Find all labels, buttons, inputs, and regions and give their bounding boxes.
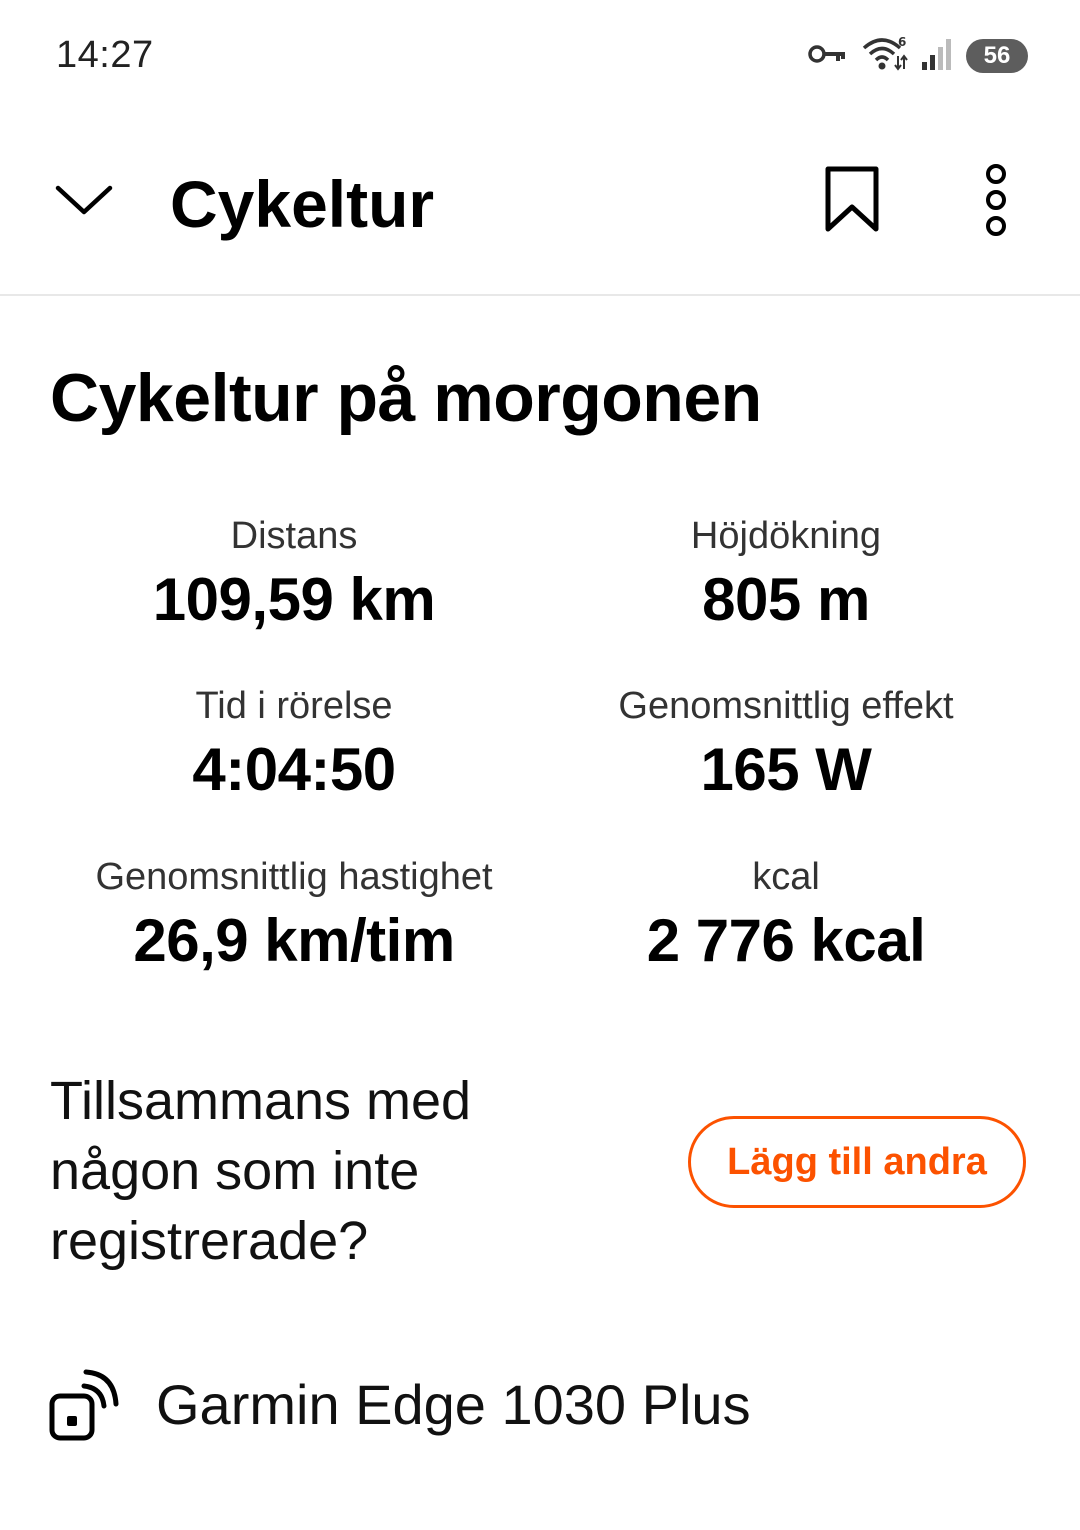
status-time: 14:27 bbox=[56, 34, 154, 76]
stat-label: Tid i rörelse bbox=[195, 685, 393, 727]
status-icons: 6 56 bbox=[808, 34, 1028, 78]
stat-value: 165 W bbox=[700, 736, 872, 803]
stat-label: Genomsnittlig effekt bbox=[618, 685, 954, 727]
app-bar: Cykeltur bbox=[0, 120, 1080, 296]
collapse-button[interactable] bbox=[44, 160, 124, 240]
wifi-icon: 6 bbox=[860, 34, 908, 79]
activity-title: Cykeltur på morgonen bbox=[50, 360, 762, 436]
svg-text:6: 6 bbox=[898, 35, 906, 49]
together-prompt: Tillsammans med någon som inte registrer… bbox=[50, 1071, 472, 1271]
chevron-down-icon bbox=[55, 185, 113, 215]
device-row: Garmin Edge 1030 Plus bbox=[48, 1360, 751, 1450]
stat-value: 26,9 km/tim bbox=[133, 907, 455, 974]
stat-distance: Distans 109,59 km bbox=[24, 512, 564, 636]
add-others-button[interactable]: Lägg till andra bbox=[688, 1116, 1026, 1208]
key-icon bbox=[808, 41, 848, 72]
stat-calories: kcal 2 776 kcal bbox=[516, 853, 1056, 977]
stat-elevation-gain: Höjdökning 805 m bbox=[516, 512, 1056, 636]
stat-moving-time: Tid i rörelse 4:04:50 bbox=[24, 682, 564, 806]
stat-label: Genomsnittlig hastighet bbox=[95, 856, 493, 898]
device-name: Garmin Edge 1030 Plus bbox=[156, 1373, 751, 1436]
stat-label: Distans bbox=[230, 515, 358, 557]
stat-value: 4:04:50 bbox=[192, 736, 396, 803]
device-sync-icon bbox=[48, 1365, 120, 1445]
bookmark-button[interactable] bbox=[812, 160, 892, 240]
stat-value: 109,59 km bbox=[152, 566, 436, 633]
stat-label: kcal bbox=[752, 856, 820, 898]
stat-value: 2 776 kcal bbox=[646, 907, 926, 974]
app-title: Cykeltur bbox=[170, 167, 435, 241]
stat-label: Höjdökning bbox=[690, 515, 882, 557]
battery-icon: 56 bbox=[966, 39, 1028, 73]
bookmark-icon bbox=[825, 166, 879, 232]
stat-average-speed: Genomsnittlig hastighet 26,9 km/tim bbox=[24, 853, 564, 977]
stat-average-power: Genomsnittlig effekt 165 W bbox=[516, 682, 1056, 806]
more-vertical-icon bbox=[986, 164, 1006, 236]
status-bar: 14:27 6 56 bbox=[0, 0, 1080, 110]
stat-value: 805 m bbox=[702, 566, 870, 633]
signal-icon bbox=[920, 36, 954, 77]
more-options-button[interactable] bbox=[956, 160, 1036, 240]
